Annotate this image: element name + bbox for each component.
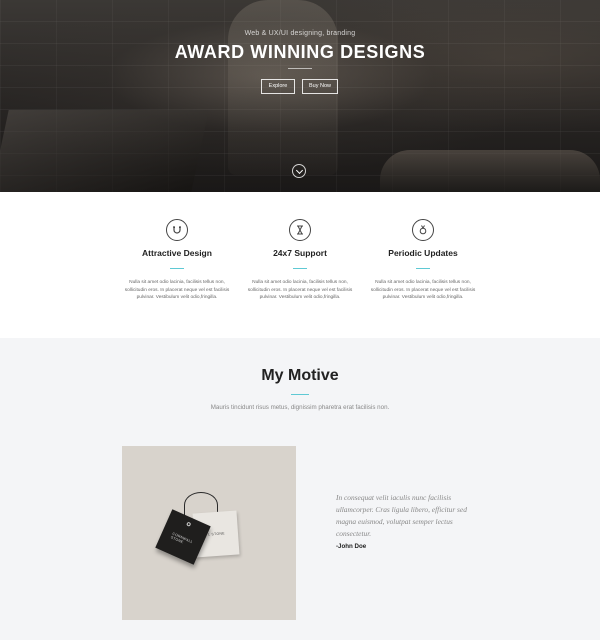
feature-divider: [170, 268, 184, 269]
medal-icon: [412, 219, 434, 241]
hourglass-icon: [289, 219, 311, 241]
tag-back-brand: L STONE: [207, 531, 226, 537]
motive-text: Mauris tincidunt risus metus, dignissim …: [210, 404, 390, 411]
tag-front-brand: CORNWALL STONE: [170, 531, 194, 545]
feature-text: Nulla sit amet odio lacinia, facilisis t…: [370, 280, 476, 300]
feature-text: Nulla sit amet odio lacinia, facilisis t…: [124, 280, 230, 300]
explore-button[interactable]: Explore: [261, 79, 295, 94]
magnet-icon: [166, 219, 188, 241]
hero-title: AWARD WINNING DESIGNS: [174, 42, 426, 62]
buy-now-button[interactable]: Buy Now: [302, 79, 338, 94]
hero-divider: [288, 68, 312, 69]
tag-hole: [186, 521, 192, 527]
feature-title: Attractive Design: [142, 248, 212, 258]
motive-section: My Motive Mauris tincidunt risus metus, …: [0, 338, 600, 640]
feature-title: Periodic Updates: [388, 248, 458, 258]
testimonial-quote: In consequat velit iaculis nunc facilisi…: [336, 493, 467, 538]
testimonial-author: -John Doe: [336, 543, 367, 550]
features-section: Attractive Design Nulla sit amet odio la…: [0, 192, 600, 338]
brand-tag-photo: L STONE CORNWALL STONE: [122, 446, 296, 620]
motive-divider: [291, 394, 309, 395]
motive-title: My Motive: [261, 367, 339, 384]
hero-background-bench: [0, 110, 209, 192]
hero-background-stones: [380, 150, 600, 192]
feature-divider: [416, 268, 430, 269]
feature-text: Nulla sit amet odio lacinia, facilisis t…: [247, 280, 353, 300]
feature-title: 24x7 Support: [273, 248, 327, 258]
feature-divider: [293, 268, 307, 269]
hero-section: Web & UX/UI designing, branding AWARD WI…: [0, 0, 600, 192]
chevron-down-circle-icon[interactable]: [292, 164, 306, 178]
hero-subtitle: Web & UX/UI designing, branding: [244, 30, 356, 37]
